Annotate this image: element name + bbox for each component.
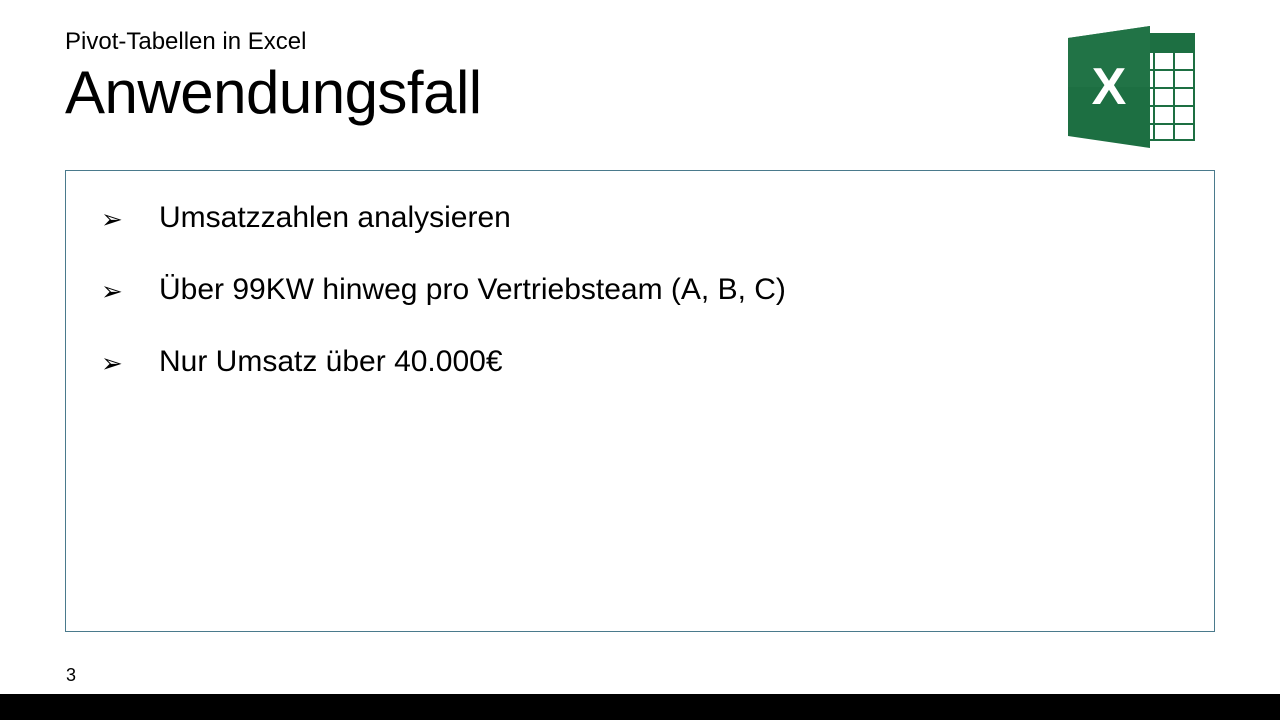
list-item: ➢ Umsatzzahlen analysieren [101,201,1179,235]
bullet-text: Umsatzzahlen analysieren [159,201,511,235]
bullet-list: ➢ Umsatzzahlen analysieren ➢ Über 99KW h… [101,201,1179,379]
slide-subtitle: Pivot-Tabellen in Excel [65,28,1215,56]
list-item: ➢ Über 99KW hinweg pro Vertriebsteam (A,… [101,273,1179,307]
page-number: 3 [66,665,76,686]
bullet-marker-icon: ➢ [101,345,159,379]
bullet-text: Nur Umsatz über 40.000€ [159,345,503,379]
svg-text:X: X [1092,58,1127,116]
content-box: ➢ Umsatzzahlen analysieren ➢ Über 99KW h… [65,170,1215,632]
list-item: ➢ Nur Umsatz über 40.000€ [101,345,1179,379]
excel-icon: X [1062,24,1198,150]
bullet-text: Über 99KW hinweg pro Vertriebsteam (A, B… [159,273,786,307]
bullet-marker-icon: ➢ [101,273,159,307]
slide-title: Anwendungsfall [65,58,1215,127]
bullet-marker-icon: ➢ [101,201,159,235]
slide: Pivot-Tabellen in Excel Anwendungsfall [0,0,1280,720]
bottom-bar [0,694,1280,720]
